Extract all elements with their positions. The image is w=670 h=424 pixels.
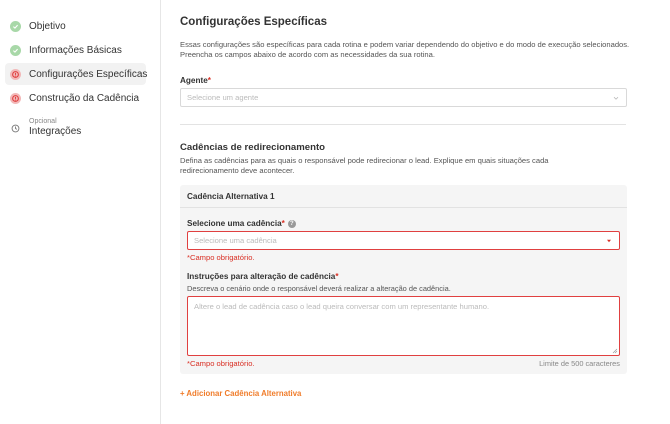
sidebar-step-construcao[interactable]: Construção da Cadência — [5, 87, 146, 109]
sidebar-step-configuracoes[interactable]: Configurações Específicas — [5, 63, 148, 85]
instructions-textarea[interactable]: Altere o lead de cadência caso o lead qu… — [187, 296, 620, 356]
resize-grip-icon[interactable] — [612, 348, 618, 354]
check-icon — [10, 20, 21, 32]
sidebar-step-label: Objetivo — [29, 20, 66, 32]
sidebar-step-informacoes[interactable]: Informações Básicas — [5, 39, 146, 61]
page-title: Configurações Específicas — [180, 16, 327, 28]
instructions-placeholder: Altere o lead de cadência caso o lead qu… — [194, 302, 490, 311]
clock-icon — [10, 123, 21, 134]
help-icon[interactable]: ? — [287, 219, 296, 228]
cadence-select-label: Selecione uma cadência*? — [187, 219, 296, 228]
agent-label: Agente* — [180, 76, 211, 85]
instructions-label: Instruções para alteração de cadência* — [187, 272, 339, 281]
section-divider — [180, 124, 626, 125]
sidebar-step-objetivo[interactable]: Objetivo — [5, 15, 146, 37]
error-icon — [10, 68, 21, 80]
sidebar-step-integracoes[interactable]: Opcional Integrações — [10, 117, 81, 138]
agent-select[interactable]: Selecione um agente — [180, 88, 627, 107]
sidebar-step-label: Informações Básicas — [29, 44, 122, 56]
optional-tag: Opcional — [29, 118, 57, 125]
cadence-select[interactable]: Selecione uma cadência — [187, 231, 620, 250]
add-alternative-cadence-link[interactable]: + Adicionar Cadência Alternativa — [180, 389, 301, 398]
chevron-down-icon — [613, 96, 619, 100]
sidebar: Objetivo Informações Básicas Configuraçõ… — [0, 0, 161, 424]
redirect-section-title: Cadências de redirecionamento — [180, 142, 326, 153]
redirect-section-description: Defina as cadências para as quais o resp… — [180, 156, 549, 175]
caret-down-icon — [607, 239, 611, 243]
instructions-error: *Campo obrigatório. — [187, 359, 255, 368]
error-icon — [10, 92, 21, 104]
required-mark: * — [207, 76, 211, 85]
instructions-hint: Descreva o cenário onde o responsável de… — [187, 284, 451, 293]
card-title: Cadência Alternativa 1 — [180, 185, 627, 208]
sidebar-step-label: Configurações Específicas — [29, 68, 148, 80]
agent-select-placeholder: Selecione um agente — [187, 93, 259, 102]
page-description: Essas configurações são específicas para… — [180, 40, 630, 59]
sidebar-step-label: Integrações — [29, 126, 82, 137]
cadence-select-error: *Campo obrigatório. — [187, 253, 255, 262]
cadence-select-placeholder: Selecione uma cadência — [194, 236, 277, 245]
sidebar-step-label: Construção da Cadência — [29, 92, 140, 104]
check-icon — [10, 44, 21, 56]
alternative-cadence-card: Cadência Alternativa 1 Selecione uma cad… — [180, 185, 627, 374]
char-limit: Limite de 500 caracteres — [539, 359, 620, 368]
